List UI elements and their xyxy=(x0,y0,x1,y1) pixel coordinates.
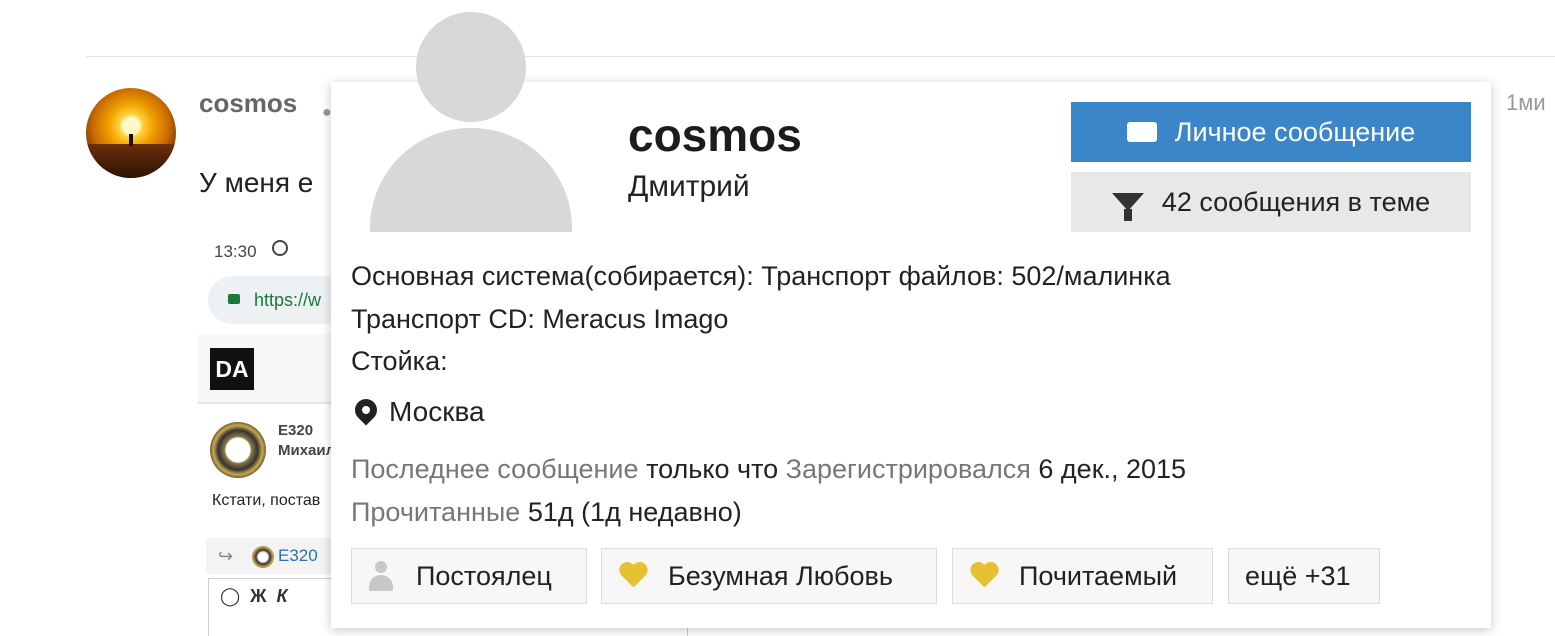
post-avatar[interactable] xyxy=(86,88,176,178)
phone-toolbar: ◯ Ж К xyxy=(220,586,288,607)
badge-label: Постоялец xyxy=(416,560,552,591)
badge-label: Безумная Любовь xyxy=(668,560,893,591)
bold-label: Ж xyxy=(250,586,267,606)
read-label: Прочитанные xyxy=(351,497,521,527)
registered-value: 6 дек., 2015 xyxy=(1038,454,1187,484)
whatsapp-icon xyxy=(272,240,288,256)
member-avatar[interactable] xyxy=(370,10,572,232)
thread-posts-label: 42 сообщения в теме xyxy=(1161,186,1431,217)
filter-icon xyxy=(1111,193,1144,221)
phone-url: https://w xyxy=(254,290,322,310)
last-post-label: Последнее сообщение xyxy=(351,454,639,484)
member-stats-line-1: Последнее сообщение только что Зарегистр… xyxy=(351,454,1186,485)
heart-icon xyxy=(618,563,648,589)
registered-label: Зарегистрировался xyxy=(785,454,1031,484)
member-location: Москва xyxy=(389,396,485,427)
phone-quote-user: E320 xyxy=(278,546,318,565)
badge-crazy-love[interactable]: Безумная Любовь xyxy=(601,548,937,604)
badge-respected[interactable]: Почитаемый xyxy=(952,548,1213,604)
italic-label: К xyxy=(276,586,288,606)
badge-resident[interactable]: Постоялец xyxy=(351,548,587,604)
avatar-head xyxy=(416,12,526,122)
badge-label: Почитаемый xyxy=(1019,560,1178,591)
badge-more-label: ещё +31 xyxy=(1245,560,1351,591)
badge-more[interactable]: ещё +31 xyxy=(1228,548,1380,604)
lock-icon xyxy=(228,294,240,304)
post-time[interactable]: 1ми xyxy=(1506,90,1546,116)
phone-user-name: E320 xyxy=(278,422,314,439)
share-icon: ↪ xyxy=(218,546,234,566)
user-icon xyxy=(368,561,394,591)
avatar-horizon xyxy=(86,144,176,178)
envelope-icon xyxy=(1126,122,1157,142)
post-text: У меня е xyxy=(199,167,314,198)
cd-transport-line: Транспорт CD: Meracus Imago xyxy=(351,304,729,334)
avatar-figure xyxy=(129,134,133,146)
heart-icon xyxy=(969,563,999,589)
site-logo: DA xyxy=(210,348,254,390)
phone-time: 13:30 xyxy=(214,242,257,261)
speech-bubble-icon: ◯ xyxy=(220,586,241,606)
member-username[interactable]: cosmos xyxy=(628,108,802,162)
private-message-label: Личное сообщение xyxy=(1174,116,1416,147)
ring-avatar xyxy=(210,422,266,478)
avatar-body xyxy=(370,128,572,232)
main-system-line: Основная система(собирается): Транспорт … xyxy=(351,261,1171,291)
phone-post-text: Кстати, постав xyxy=(212,492,321,509)
member-real-name: Дмитрий xyxy=(628,170,750,203)
rack-line: Стойка: xyxy=(351,346,448,376)
post-divider xyxy=(86,56,1555,57)
private-message-button[interactable]: Личное сообщение xyxy=(1071,102,1471,162)
thread-posts-button[interactable]: 42 сообщения в теме xyxy=(1071,172,1471,232)
last-post-value: только что xyxy=(646,454,779,484)
member-stats-line-2: Прочитанные 51д (1д недавно) xyxy=(351,497,742,528)
ring-avatar-small xyxy=(252,546,274,568)
phone-user-realname: Михаил xyxy=(278,442,336,459)
read-value: 51д (1д недавно) xyxy=(527,497,742,527)
post-author-name[interactable]: cosmos xyxy=(199,88,297,119)
